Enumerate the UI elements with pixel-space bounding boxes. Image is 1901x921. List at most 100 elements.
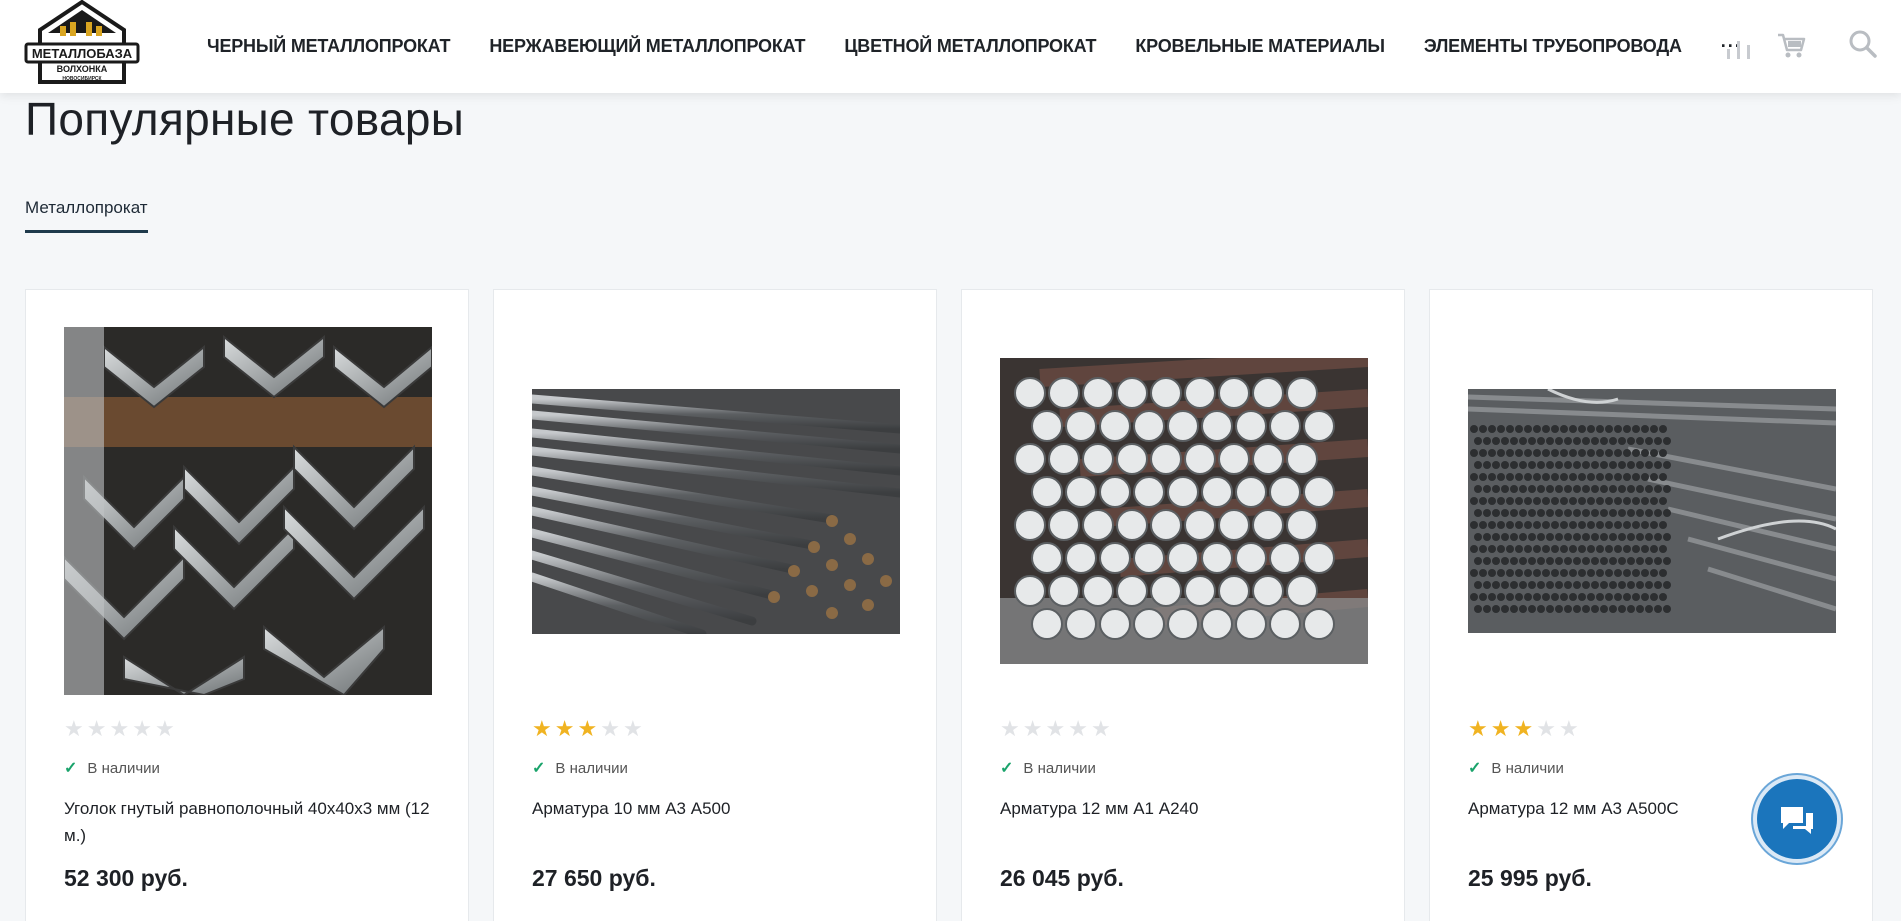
rebar-end bbox=[1618, 605, 1626, 613]
rebar-end bbox=[1555, 485, 1563, 493]
logo-text-main: МЕТАЛЛОБАЗА bbox=[32, 46, 133, 61]
product-image-angle-steel[interactable] bbox=[63, 327, 433, 700]
rebar-end bbox=[1537, 557, 1545, 565]
rebar-end bbox=[1479, 593, 1487, 601]
bar-end bbox=[1286, 509, 1318, 541]
rebar-end bbox=[1510, 485, 1518, 493]
rebar-end bbox=[1533, 497, 1541, 505]
bar-end bbox=[1252, 377, 1284, 409]
rebar-end bbox=[1537, 581, 1545, 589]
rebar-end bbox=[1551, 449, 1559, 457]
stock-label: В наличии bbox=[1491, 759, 1564, 777]
rebar-end bbox=[1582, 461, 1590, 469]
rebar-end bbox=[1609, 437, 1617, 445]
product-image-rebar-stack[interactable] bbox=[1467, 387, 1837, 638]
rebar-end bbox=[1546, 461, 1554, 469]
rebar-end bbox=[1636, 461, 1644, 469]
nav-item-black-metal[interactable]: ЧЕРНЫЙ МЕТАЛЛОПРОКАТ bbox=[207, 36, 451, 57]
rebar-end bbox=[1519, 581, 1527, 589]
rebar-end bbox=[1510, 533, 1518, 541]
rebar-end bbox=[1591, 461, 1599, 469]
rebar-end bbox=[1641, 497, 1649, 505]
bar-end bbox=[1303, 410, 1335, 442]
star-icon: ★ bbox=[577, 716, 598, 741]
rebar-end bbox=[1524, 569, 1532, 577]
rebar-end bbox=[1524, 449, 1532, 457]
rebar-end bbox=[1474, 533, 1482, 541]
nav-item-nonferrous[interactable]: ЦВЕТНОЙ МЕТАЛЛОПРОКАТ bbox=[844, 36, 1096, 57]
product-card[interactable]: ★ ★ ★ ★ ★ ✓ В наличии Арматура 12 мм А1 А240… bbox=[961, 289, 1405, 921]
rebar-end bbox=[1645, 509, 1653, 517]
rebar-end bbox=[1623, 593, 1631, 601]
search-icon[interactable] bbox=[1848, 29, 1878, 64]
rebar-end bbox=[1542, 569, 1550, 577]
rebar-end bbox=[1488, 473, 1496, 481]
product-name[interactable]: Арматура 12 мм А1 А240 bbox=[1000, 795, 1370, 822]
bar-end bbox=[1014, 443, 1046, 475]
bar-end bbox=[1269, 410, 1301, 442]
rebar-end bbox=[1569, 473, 1577, 481]
rebar-end bbox=[1542, 521, 1550, 529]
bar-end bbox=[1167, 410, 1199, 442]
bar-end bbox=[1014, 377, 1046, 409]
rebar-end bbox=[1605, 449, 1613, 457]
rebar-end bbox=[1479, 497, 1487, 505]
rebar-end bbox=[1555, 461, 1563, 469]
rebar-end bbox=[1627, 581, 1635, 589]
cart-icon[interactable] bbox=[1776, 30, 1806, 65]
rebar-end bbox=[1578, 449, 1586, 457]
nav-item-pipeline[interactable]: ЭЛЕМЕНТЫ ТРУБОПРОВОДА bbox=[1424, 36, 1682, 57]
product-image-round-bar-ends[interactable] bbox=[1000, 349, 1369, 669]
bar-end bbox=[1303, 476, 1335, 508]
rebar-end bbox=[1663, 557, 1671, 565]
rebar-end bbox=[1663, 605, 1671, 613]
bar-end bbox=[1099, 476, 1131, 508]
rebar-end bbox=[1528, 509, 1536, 517]
rebar-end bbox=[1515, 497, 1523, 505]
rebar-end bbox=[1596, 545, 1604, 553]
product-price: 26 045 руб. bbox=[1000, 865, 1124, 891]
rebar-end bbox=[1614, 569, 1622, 577]
rebar-end bbox=[1497, 497, 1505, 505]
rebar-end bbox=[1578, 569, 1586, 577]
rebar-end bbox=[1555, 605, 1563, 613]
product-name[interactable]: Арматура 10 мм А3 А500 bbox=[532, 795, 902, 822]
rebar-end bbox=[1632, 449, 1640, 457]
rebar-end bbox=[1501, 557, 1509, 565]
bar-end bbox=[1303, 542, 1335, 574]
rebar-end bbox=[1470, 569, 1478, 577]
bar-end bbox=[1031, 542, 1063, 574]
rebar-end bbox=[1654, 557, 1662, 565]
product-card[interactable]: ★ ★ ★ ★ ★ ✓ В наличии Арматура 10 мм А3 А500… bbox=[493, 289, 937, 921]
rebar-end bbox=[1533, 449, 1541, 457]
bar-end bbox=[1133, 476, 1165, 508]
bar-end bbox=[1269, 608, 1301, 640]
site-logo[interactable]: МЕТАЛЛОБАЗА ВОЛХОНКА НОВОСИБИРСК bbox=[24, 0, 140, 93]
compare-icon[interactable] bbox=[1724, 32, 1754, 65]
product-name[interactable]: Уголок гнутый равнополочный 40х40х3 мм (… bbox=[64, 795, 434, 849]
bar-end bbox=[1150, 377, 1182, 409]
product-card[interactable]: ★ ★ ★ ★ ★ ✓ В наличии Уголок гнутый равнопол… bbox=[25, 289, 469, 921]
rebar-end bbox=[1578, 473, 1586, 481]
rebar-end bbox=[1623, 449, 1631, 457]
rebar-end bbox=[1497, 593, 1505, 601]
rebar-end bbox=[1573, 533, 1581, 541]
product-image-rebar-bundle[interactable] bbox=[527, 389, 905, 639]
chat-button[interactable] bbox=[1757, 779, 1837, 859]
rebar-end bbox=[1546, 533, 1554, 541]
tab-metal-products[interactable]: Металлопрокат bbox=[25, 198, 148, 233]
bar-end bbox=[1048, 509, 1080, 541]
rebar-end bbox=[1537, 485, 1545, 493]
rebar-end bbox=[1623, 521, 1631, 529]
rebar-end bbox=[1501, 461, 1509, 469]
rebar-end bbox=[1609, 557, 1617, 565]
rebar-end bbox=[1488, 497, 1496, 505]
nav-item-stainless[interactable]: НЕРЖАВЕЮЩИЙ МЕТАЛЛОПРОКАТ bbox=[489, 36, 805, 57]
nav-item-roofing[interactable]: КРОВЕЛЬНЫЕ МАТЕРИАЛЫ bbox=[1135, 36, 1385, 57]
rebar-end bbox=[1479, 545, 1487, 553]
rebar-end bbox=[1501, 485, 1509, 493]
star-icon: ★ bbox=[64, 716, 84, 741]
rebar-end bbox=[1600, 509, 1608, 517]
rebar-end bbox=[1506, 569, 1514, 577]
bar-end bbox=[1048, 443, 1080, 475]
